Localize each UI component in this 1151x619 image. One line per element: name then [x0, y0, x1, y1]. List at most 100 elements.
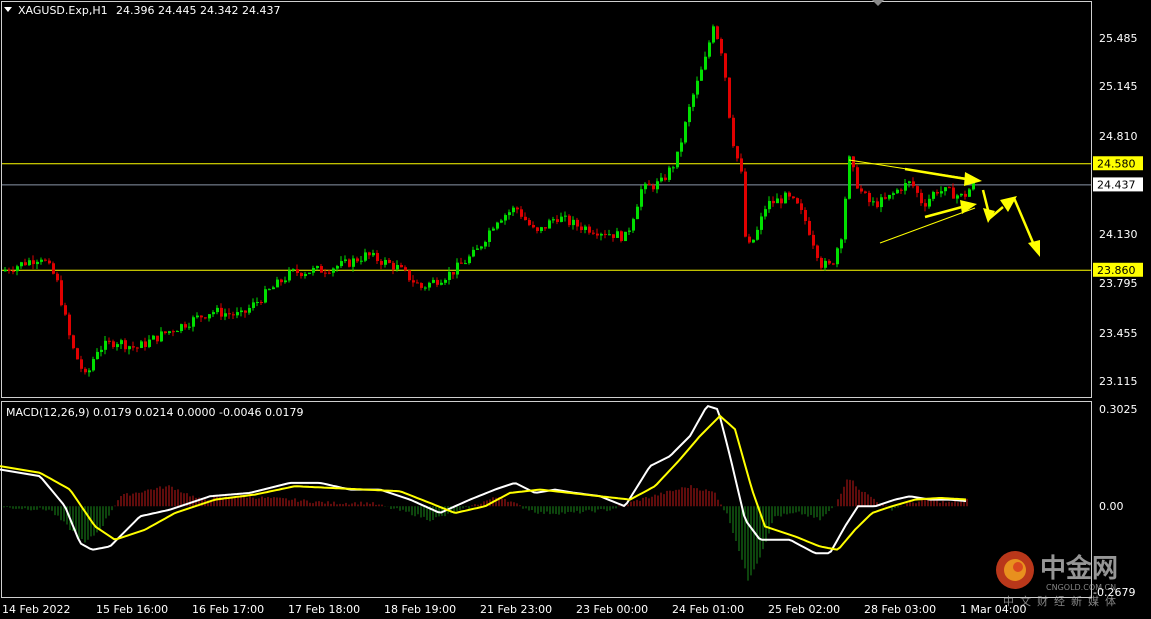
- candle-body: [12, 270, 15, 272]
- candle-body: [436, 279, 439, 285]
- candle-body: [220, 307, 223, 317]
- candle-body: [344, 259, 347, 262]
- candle-body: [132, 346, 135, 348]
- candle-body: [208, 314, 211, 319]
- candle-body: [568, 215, 571, 226]
- candle-body: [316, 266, 319, 269]
- candle-body: [664, 177, 667, 180]
- candle-body: [304, 273, 307, 277]
- candle-body: [284, 280, 287, 283]
- candle-body: [96, 351, 99, 360]
- candle-body: [648, 183, 651, 186]
- candle-body: [796, 198, 799, 204]
- candle-body: [724, 53, 727, 78]
- candle-body: [444, 279, 447, 283]
- candle-body: [520, 209, 523, 217]
- candle-body: [156, 335, 159, 342]
- candle-body: [468, 256, 471, 264]
- candle-body: [496, 222, 499, 229]
- watermark-slogan: 中文财经新媒体: [1003, 594, 1122, 608]
- candle-body: [880, 197, 883, 208]
- macd-tick: 0.00: [1099, 500, 1124, 513]
- candle-body: [896, 189, 899, 194]
- candle-body: [272, 287, 275, 290]
- candle-body: [524, 216, 527, 221]
- candle-body: [112, 341, 115, 348]
- candle-body: [932, 192, 935, 199]
- candle-body: [788, 192, 791, 197]
- candle-body: [84, 368, 87, 373]
- candle-body: [712, 26, 715, 43]
- candle-body: [364, 252, 367, 261]
- candle-body: [640, 189, 643, 207]
- candle-body: [748, 236, 751, 243]
- symbol-label: XAGUSD.Exp,H1: [18, 4, 108, 17]
- candle-body: [564, 215, 567, 217]
- candle-body: [636, 206, 639, 220]
- candle-body: [100, 349, 103, 352]
- candle-body: [644, 183, 647, 190]
- candle-body: [392, 262, 395, 270]
- candle-body: [856, 167, 859, 189]
- candle-body: [964, 193, 967, 197]
- time-tick: 21 Feb 23:00: [480, 603, 552, 616]
- candle-body: [652, 185, 655, 190]
- macd-tick: 0.3025: [1099, 403, 1138, 416]
- candle-body: [592, 232, 595, 234]
- candle-body: [372, 252, 375, 256]
- candle-body: [508, 212, 511, 216]
- candle-body: [480, 246, 483, 249]
- candle-body: [960, 193, 963, 196]
- candle-body: [816, 245, 819, 258]
- candle-body: [448, 271, 451, 280]
- watermark-url: CNGOLD.COM.CN: [1046, 583, 1116, 592]
- time-tick: 15 Feb 16:00: [96, 603, 168, 616]
- candle-body: [860, 188, 863, 192]
- candle-body: [184, 324, 187, 328]
- candle-body: [176, 331, 179, 333]
- candle-body: [128, 346, 131, 350]
- candle-body: [168, 331, 171, 334]
- candle-body: [660, 177, 663, 182]
- current-price-text: 24.437: [1097, 178, 1136, 191]
- candle-body: [336, 266, 339, 269]
- candle-body: [800, 203, 803, 210]
- watermark: 中金网 CNGOLD.COM.CN 中文财经新媒体: [996, 551, 1122, 608]
- candle-body: [572, 219, 575, 226]
- candle-body: [264, 289, 267, 303]
- candle-body: [192, 317, 195, 327]
- candle-body: [328, 272, 331, 274]
- candle-body: [936, 192, 939, 194]
- candle-body: [160, 331, 163, 342]
- ohlc-values: 24.396 24.445 24.342 24.437: [116, 4, 280, 17]
- candle-body: [584, 226, 587, 230]
- candle-body: [148, 339, 151, 347]
- candle-body: [828, 260, 831, 264]
- candle-body: [776, 198, 779, 204]
- candle-body: [540, 227, 543, 232]
- price-tick: 23.455: [1099, 327, 1138, 340]
- resistance-price-tag: 24.580: [1093, 156, 1143, 171]
- support-price-tag: 23.860: [1093, 262, 1143, 277]
- candle-body: [252, 302, 255, 308]
- candle-body: [536, 227, 539, 232]
- candle-body: [204, 317, 207, 319]
- candle-body: [152, 335, 155, 340]
- price-tick: 25.485: [1099, 32, 1138, 45]
- candle-body: [780, 198, 783, 204]
- candle-body: [868, 192, 871, 203]
- candle-body: [320, 266, 323, 273]
- candle-body: [460, 262, 463, 264]
- candle-body: [752, 239, 755, 243]
- candle-body: [188, 326, 191, 328]
- candle-body: [308, 272, 311, 274]
- candle-body: [144, 341, 147, 347]
- candle-body: [600, 233, 603, 236]
- price-chart[interactable]: XAGUSD.Exp,H1 24.396 24.445 24.342 24.43…: [0, 0, 1151, 619]
- candle-body: [948, 187, 951, 189]
- time-tick: 18 Feb 19:00: [384, 603, 456, 616]
- candle-body: [72, 335, 75, 349]
- candle-body: [60, 280, 63, 306]
- candle-body: [732, 117, 735, 147]
- candle-body: [812, 234, 815, 246]
